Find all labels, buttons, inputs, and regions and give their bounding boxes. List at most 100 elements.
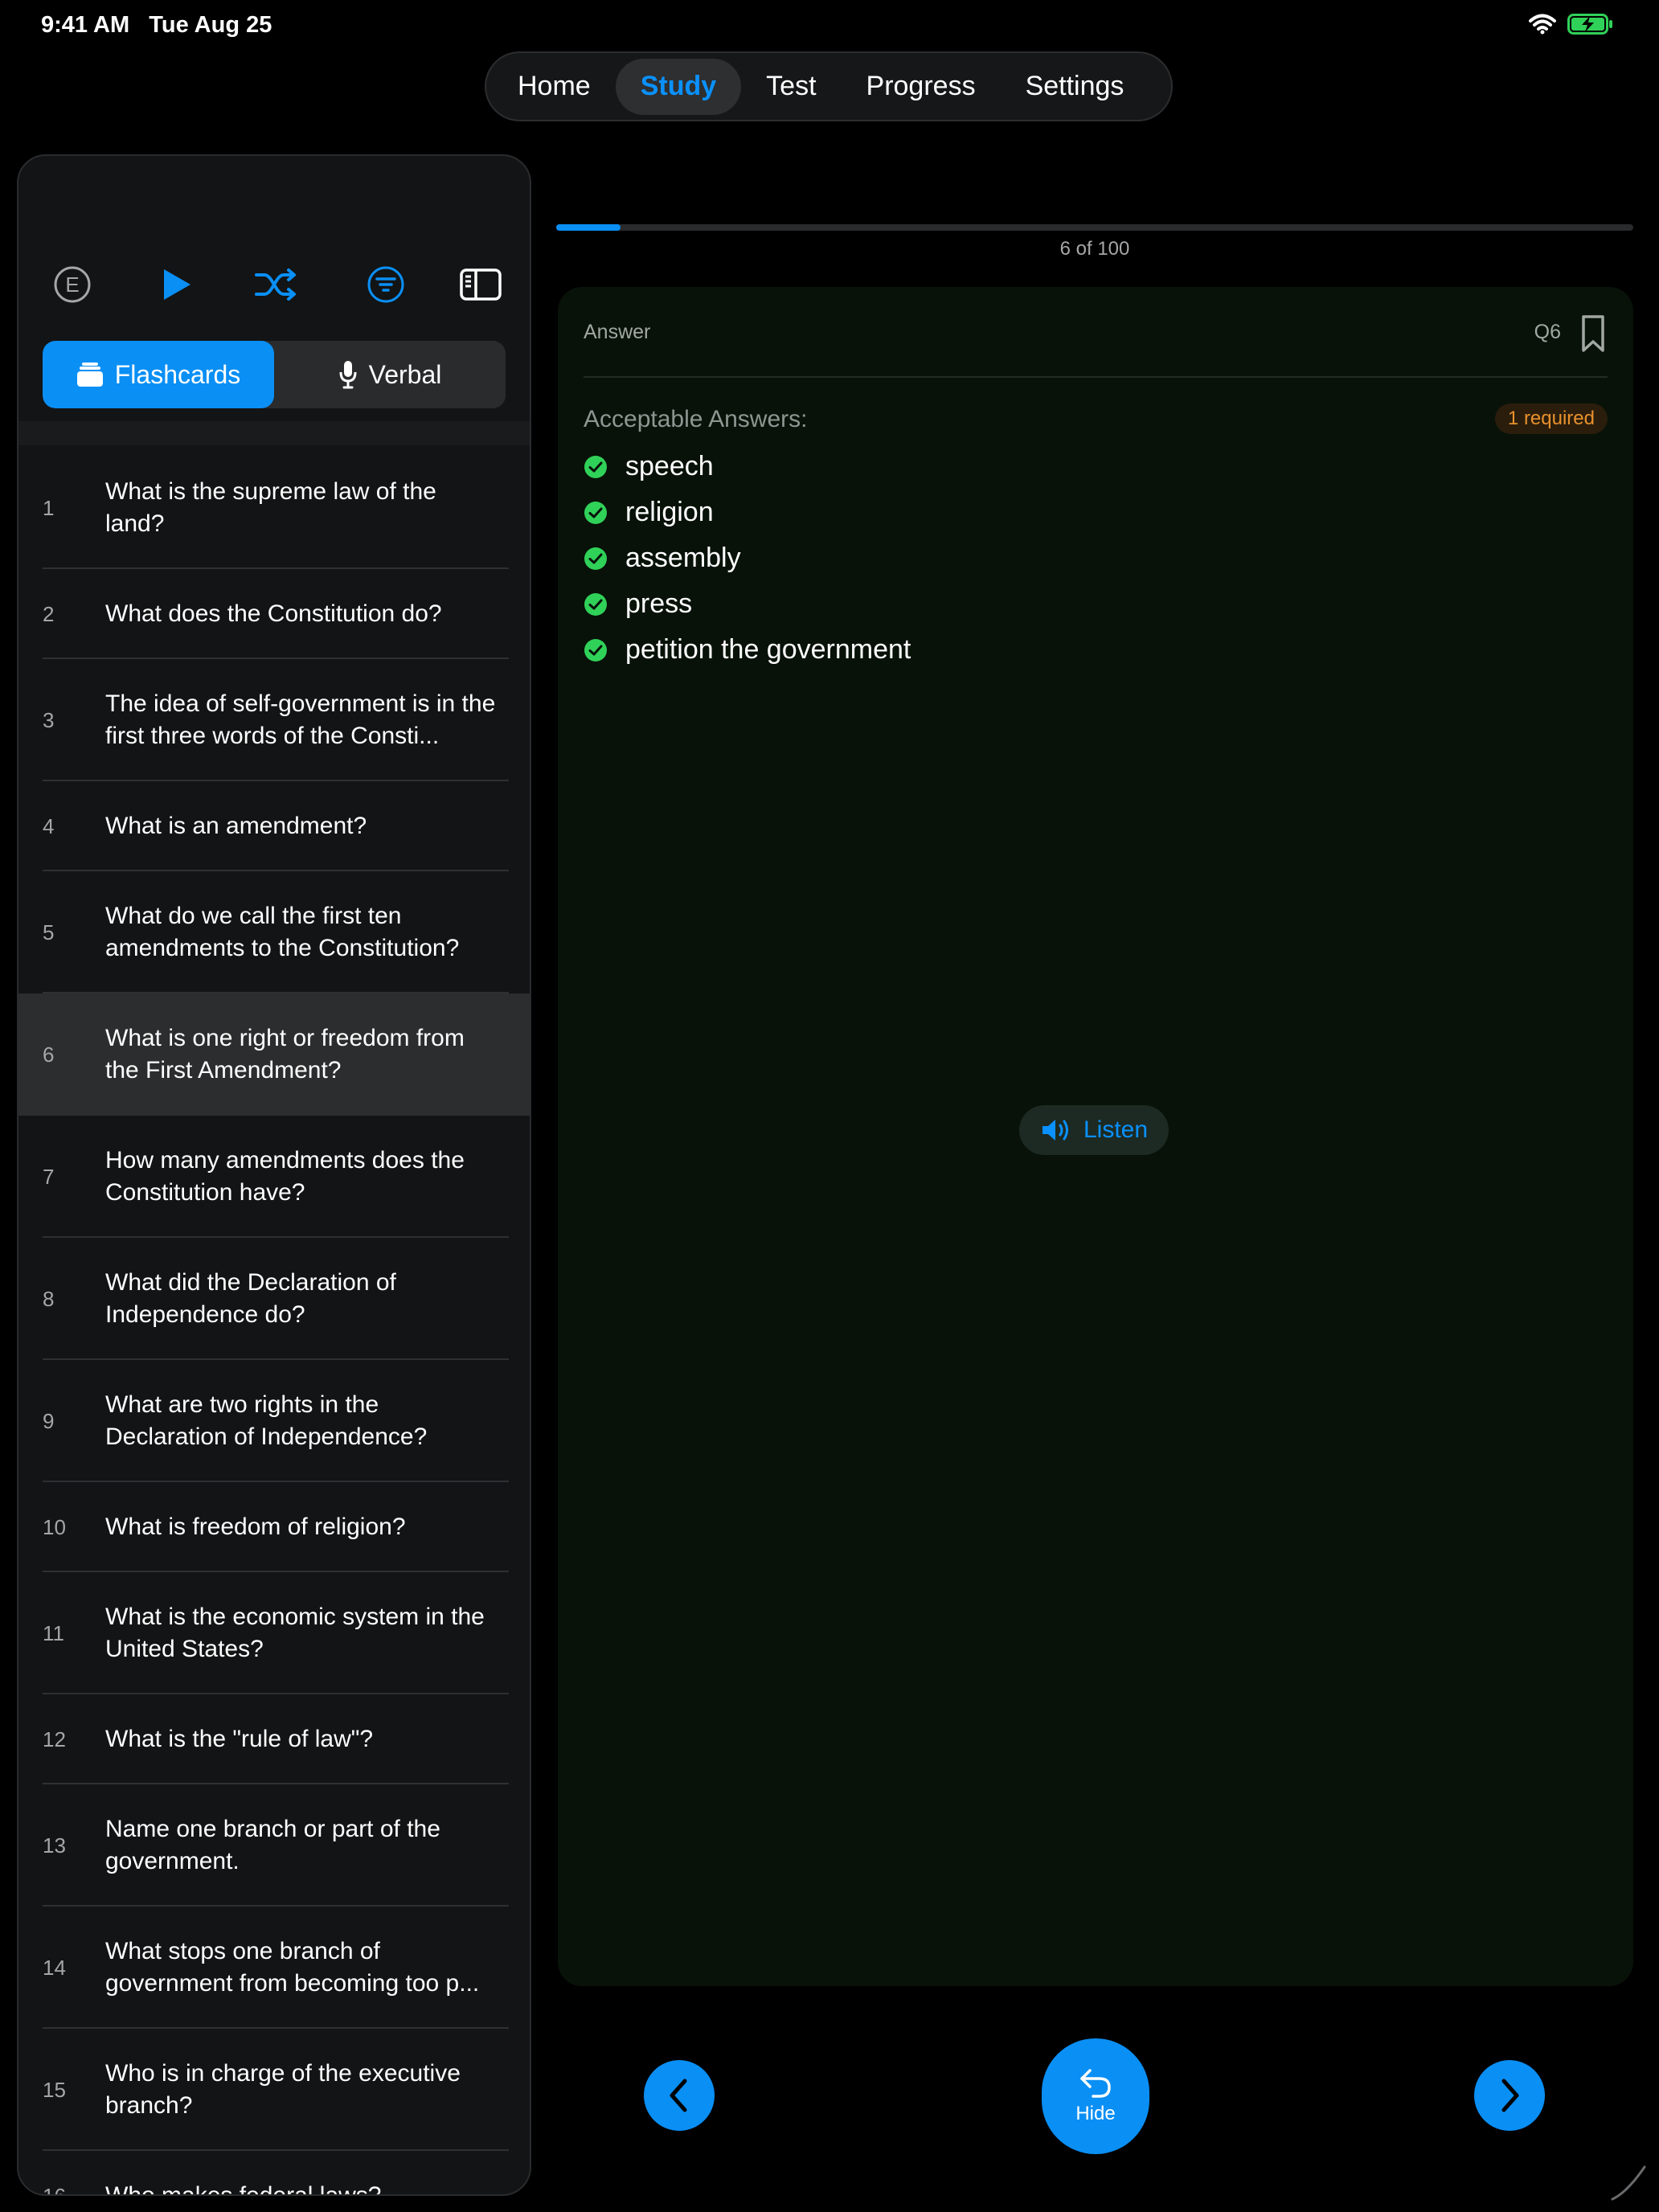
question-text: What do we call the first ten amendments…	[105, 903, 460, 961]
tab-home[interactable]: Home	[493, 59, 616, 115]
answer-card: Answer Q6 Acceptable Answers: 1 required…	[558, 287, 1633, 1986]
question-row-8[interactable]: 8 What did the Declaration of Independenc…	[18, 1238, 530, 1360]
question-number: 10	[43, 1514, 66, 1539]
question-row-13[interactable]: 13 Name one branch or part of the governm…	[18, 1784, 530, 1907]
undo-arrow-icon	[1080, 2069, 1111, 2098]
question-text: What is the "rule of law"?	[105, 1726, 374, 1752]
sidebar-toggle-icon	[460, 268, 502, 301]
tab-test[interactable]: Test	[741, 59, 841, 115]
question-text: What is freedom of religion?	[105, 1514, 406, 1540]
answer-item: assembly	[584, 535, 911, 581]
question-number: 8	[43, 1286, 55, 1311]
question-text: How many amendments does the Constitutio…	[105, 1147, 465, 1206]
wifi-icon	[1529, 14, 1556, 35]
question-number: 12	[43, 1727, 66, 1751]
chevron-left-icon	[670, 2079, 687, 2112]
tab-progress[interactable]: Progress	[842, 59, 1001, 115]
question-number: 5	[43, 920, 55, 944]
question-row-14[interactable]: 14 What stops one branch of government fr…	[18, 1907, 530, 2029]
question-row-16[interactable]: 16 Who makes federal laws?	[18, 2151, 530, 2196]
listen-button[interactable]: Listen	[1019, 1105, 1169, 1155]
question-number: 6	[43, 1042, 55, 1067]
answer-item: speech	[584, 444, 911, 490]
required-badge: 1 required	[1494, 403, 1608, 434]
status-bar: 9:41 AM Tue Aug 25	[0, 0, 1659, 51]
answer-text: religion	[625, 497, 714, 527]
question-row-5[interactable]: 5 What do we call the first ten amendment…	[18, 871, 530, 993]
question-row-1[interactable]: 1 What is the supreme law of the land?	[18, 447, 530, 569]
check-circle-icon	[584, 638, 607, 662]
tab-study[interactable]: Study	[615, 58, 742, 115]
card-header-label: Answer	[584, 321, 651, 343]
study-mode-segmented: Flashcards Verbal	[43, 341, 506, 408]
question-text: What is the supreme law of the land?	[105, 478, 436, 537]
shuffle-button[interactable]	[255, 263, 298, 306]
answer-item: petition the government	[584, 627, 911, 673]
filter-button[interactable]	[364, 263, 408, 306]
pencil-hover-indicator-icon	[1611, 2165, 1646, 2201]
answer-text: speech	[625, 451, 714, 481]
check-circle-icon	[584, 592, 607, 616]
hide-label: Hide	[1075, 2103, 1116, 2124]
question-number-label: Q6	[1534, 321, 1561, 343]
verbal-mode-button[interactable]: Verbal	[274, 341, 506, 408]
flashcards-mode-button[interactable]: Flashcards	[43, 341, 274, 408]
question-list: 1 What is the supreme law of the land? 2 W…	[18, 447, 530, 2196]
next-button[interactable]	[1474, 2060, 1545, 2131]
question-row-9[interactable]: 9 What are two rights in the Declaration …	[18, 1360, 530, 1482]
progress-fill	[556, 224, 621, 231]
microphone-icon	[339, 361, 357, 389]
previous-button[interactable]	[644, 2060, 715, 2131]
verbal-label: Verbal	[368, 359, 442, 389]
list-header-strip	[18, 421, 530, 445]
language-toggle-button[interactable]: E	[51, 263, 94, 306]
question-row-15[interactable]: 15 Who is in charge of the executive bran…	[18, 2029, 530, 2151]
play-icon	[164, 269, 190, 300]
question-number: 4	[43, 813, 55, 838]
battery-charging-icon	[1567, 14, 1612, 35]
cards-stack-icon	[76, 363, 103, 387]
question-row-4[interactable]: 4 What is an amendment?	[18, 781, 530, 871]
check-circle-icon	[584, 455, 607, 478]
question-row-7[interactable]: 7 How many amendments does the Constituti…	[18, 1116, 530, 1238]
question-text: What are two rights in the Declaration o…	[105, 1391, 428, 1450]
question-text: What did the Declaration of Independence…	[105, 1269, 396, 1328]
answer-item: press	[584, 581, 911, 627]
question-row-3[interactable]: 3 The idea of self-government is in the f…	[18, 659, 530, 781]
question-text: Who makes federal laws?	[105, 2182, 382, 2196]
progress-bar	[556, 224, 1633, 231]
check-circle-icon	[584, 501, 607, 524]
speaker-icon	[1042, 1120, 1068, 1141]
question-row-12[interactable]: 12 What is the "rule of law"?	[18, 1694, 530, 1784]
answers-list: speech religion assembly press petition …	[584, 444, 911, 673]
play-button[interactable]	[155, 263, 199, 306]
question-row-10[interactable]: 10 What is freedom of religion?	[18, 1482, 530, 1572]
listen-label: Listen	[1083, 1116, 1149, 1143]
question-number: 7	[43, 1164, 55, 1189]
chevron-right-icon	[1501, 2079, 1519, 2112]
question-number: 14	[43, 1955, 66, 1980]
answer-text: petition the government	[625, 634, 911, 665]
question-row-6[interactable]: 6 What is one right or freedom from the F…	[18, 993, 530, 1116]
question-text: What is one right or freedom from the Fi…	[105, 1025, 465, 1083]
question-number: 16	[43, 2183, 66, 2196]
answer-text: press	[625, 588, 693, 619]
shuffle-icon	[255, 268, 296, 301]
hide-answer-button[interactable]: Hide	[1042, 2038, 1149, 2154]
question-row-2[interactable]: 2 What does the Constitution do?	[18, 569, 530, 659]
status-icons	[1529, 13, 1614, 35]
question-row-11[interactable]: 11 What is the economic system in the Uni…	[18, 1572, 530, 1694]
acceptable-answers-title: Acceptable Answers:	[584, 406, 808, 432]
bookmark-icon[interactable]	[1580, 314, 1606, 353]
question-text: What stops one branch of government from…	[105, 1938, 480, 1997]
tab-settings[interactable]: Settings	[1001, 59, 1149, 115]
question-number: 2	[43, 601, 55, 626]
check-circle-icon	[584, 547, 607, 570]
question-text: The idea of self-government is in the fi…	[105, 690, 496, 749]
answer-item: religion	[584, 490, 911, 535]
card-divider	[584, 376, 1608, 378]
letter-e-circle-icon: E	[54, 266, 91, 303]
sidebar-toggle-button[interactable]	[459, 263, 502, 306]
question-number: 9	[43, 1408, 55, 1433]
question-number: 3	[43, 707, 55, 732]
